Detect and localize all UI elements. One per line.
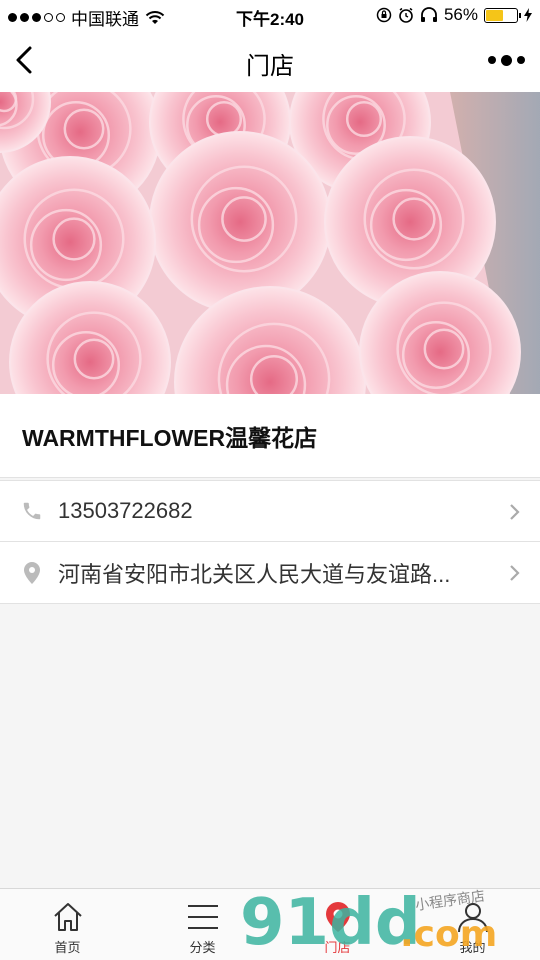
battery-percent: 56%	[443, 5, 478, 24]
address-row[interactable]: 河南省安阳市北关区人民大道与友谊路...	[0, 542, 540, 604]
status-bar: 中国联通 下午2:40 56%	[0, 0, 540, 30]
phone-row[interactable]: 13503722682	[0, 480, 540, 542]
tab-mine-label: 我的	[459, 940, 486, 955]
home-icon	[50, 899, 86, 935]
tab-mine[interactable]: 我的	[405, 889, 540, 960]
rotation-lock-icon	[376, 7, 392, 23]
headphones-icon	[420, 7, 437, 22]
page-title: 门店	[246, 53, 294, 80]
store-address: 河南省安阳市北关区人民大道与友谊路...	[58, 561, 451, 587]
phone-icon	[20, 499, 44, 523]
tab-home[interactable]: 首页	[0, 889, 135, 960]
tab-store-label: 门店	[324, 940, 351, 955]
roses-photo	[0, 92, 540, 394]
menu-lines-icon	[185, 899, 221, 935]
more-button[interactable]	[486, 48, 526, 72]
chevron-right-icon	[510, 504, 520, 520]
status-right: 56%	[376, 5, 532, 25]
tab-category[interactable]: 分类	[135, 889, 270, 960]
alarm-icon	[399, 7, 413, 23]
rose-bloom	[149, 131, 331, 313]
tab-store[interactable]: 门店	[270, 889, 405, 960]
store-cover-image	[0, 92, 540, 394]
phone-number: 13503722682	[58, 498, 193, 523]
chevron-right-icon	[510, 565, 520, 581]
battery-icon	[484, 7, 521, 23]
tab-home-label: 首页	[54, 940, 81, 955]
location-icon	[20, 561, 44, 585]
store-name: WARMTHFLOWER温馨花店	[0, 394, 540, 478]
battery-fill	[486, 9, 503, 21]
store-info-list: 13503722682 河南省安阳市北关区人民大道与友谊路...	[0, 480, 540, 604]
charging-bolt-icon	[524, 8, 532, 22]
tab-category-label: 分类	[189, 940, 216, 955]
tab-bar: 首页 分类 门店 我的	[0, 888, 540, 960]
user-icon	[455, 899, 491, 935]
more-dots-icon	[487, 56, 496, 64]
nav-bar: 门店	[0, 30, 540, 92]
location-pin-icon	[320, 899, 356, 935]
